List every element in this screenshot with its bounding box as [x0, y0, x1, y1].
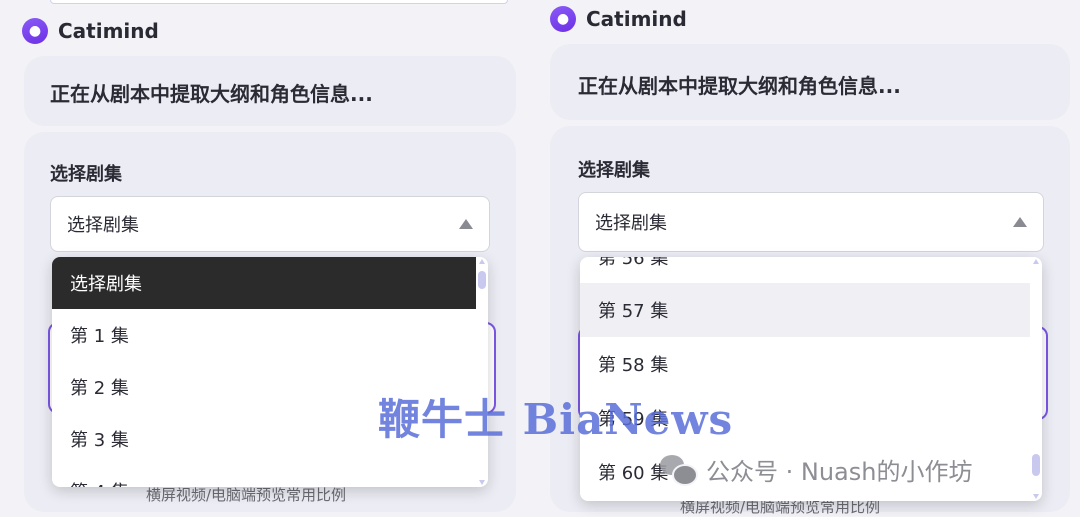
episode-field-label: 选择剧集	[50, 164, 122, 185]
assistant-name: Catimind	[58, 19, 159, 43]
status-message: 正在从剧本中提取大纲和角色信息...	[578, 74, 901, 98]
episode-dropdown-list: 选择剧集 第 1 集 第 2 集 第 3 集 第 4 集	[52, 257, 488, 487]
aspect-ratio-hint: 横屏视频/电脑端预览常用比例	[146, 486, 347, 504]
catimind-logo-icon: ●	[550, 6, 576, 32]
dropdown-option[interactable]: 第 1 集	[52, 309, 476, 361]
scrollbar-thumb[interactable]	[1032, 454, 1040, 476]
caret-up-icon	[459, 219, 473, 229]
dropdown-option[interactable]: 第 4 集	[52, 465, 476, 487]
wechat-watermark-text: 公众号 · Nuash的小作坊	[706, 458, 973, 486]
episode-select-value: 选择剧集	[67, 215, 139, 236]
previous-message-edge	[50, 0, 508, 4]
scroll-down-arrow-icon[interactable]	[479, 480, 485, 485]
episode-select-value: 选择剧集	[595, 213, 667, 234]
catimind-logo-icon: ●	[22, 18, 48, 44]
dropdown-option[interactable]: 第 56 集	[580, 257, 1030, 283]
wechat-icon	[660, 454, 698, 486]
dropdown-scrollbar[interactable]	[1032, 259, 1040, 499]
bianews-watermark: 鞭牛士 BiaNews	[378, 395, 734, 444]
assistant-header: ● Catimind	[22, 18, 159, 44]
scroll-up-arrow-icon[interactable]	[479, 259, 485, 264]
dropdown-option[interactable]: 第 57 集	[580, 283, 1030, 337]
episode-select[interactable]: 选择剧集	[50, 196, 490, 252]
episode-field-label: 选择剧集	[578, 160, 650, 181]
wechat-watermark: 公众号 · Nuash的小作坊	[660, 452, 972, 487]
assistant-name: Catimind	[586, 7, 687, 31]
episode-select[interactable]: 选择剧集	[578, 192, 1044, 252]
dropdown-option[interactable]: 第 58 集	[580, 337, 1030, 391]
assistant-header: ● Catimind	[550, 6, 687, 32]
status-message: 正在从剧本中提取大纲和角色信息...	[50, 82, 373, 106]
dropdown-option[interactable]: 选择剧集	[52, 257, 476, 309]
scrollbar-thumb[interactable]	[478, 271, 486, 289]
scroll-down-arrow-icon[interactable]	[1033, 494, 1039, 499]
caret-up-icon	[1013, 217, 1027, 227]
dropdown-scrollbar[interactable]	[478, 259, 486, 485]
scroll-up-arrow-icon[interactable]	[1033, 259, 1039, 264]
